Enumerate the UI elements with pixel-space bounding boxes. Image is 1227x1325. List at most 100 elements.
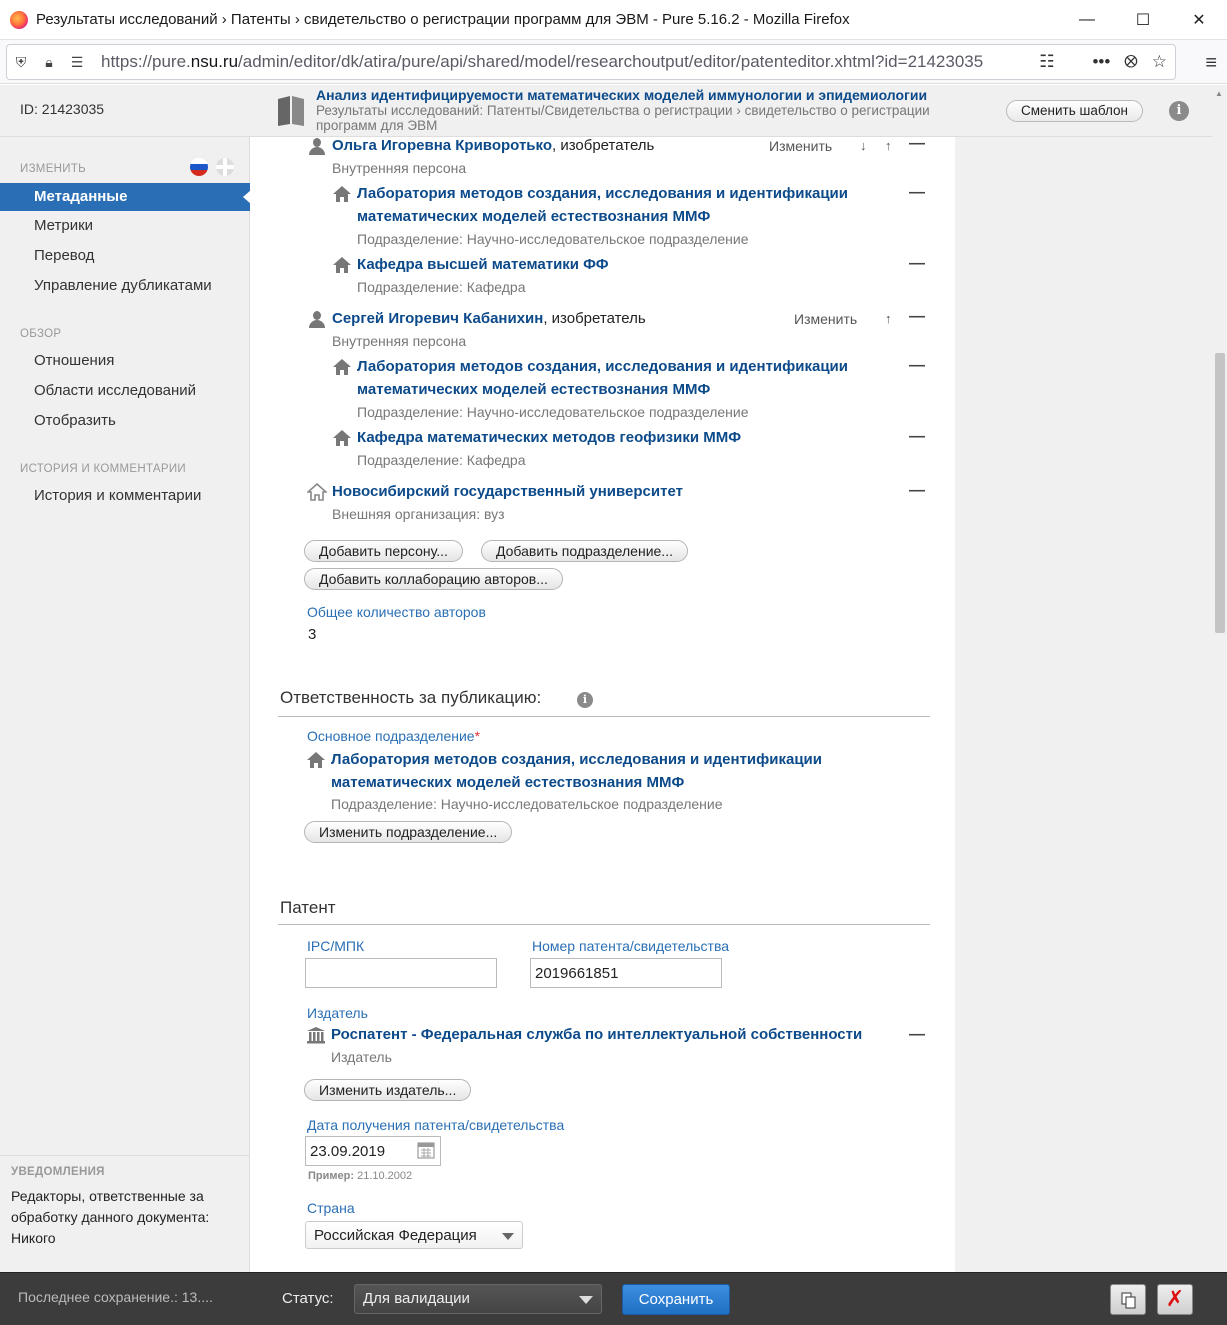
- change-organisation-button[interactable]: Изменить подразделение...: [304, 821, 513, 843]
- edit-author-link[interactable]: Изменить: [794, 311, 857, 327]
- main-org-name[interactable]: Лаборатория методов создания, исследован…: [331, 748, 871, 794]
- address-bar[interactable]: ⛨ 🔒︎ ☰ https://pure.nsu.ru/admin/editor/…: [6, 44, 1176, 80]
- external-org-name[interactable]: Новосибирский государственный университе…: [332, 480, 683, 503]
- remove-icon[interactable]: —: [909, 137, 925, 153]
- author-type: Внутренняя персона: [332, 333, 467, 349]
- org-type: Подразделение: Кафедра: [357, 452, 526, 468]
- reader-view-icon[interactable]: ☷: [1039, 52, 1054, 72]
- move-up-icon[interactable]: ↑: [885, 311, 892, 326]
- change-template-button[interactable]: Сменить шаблон: [1006, 100, 1143, 122]
- editor-footer: Последнее сохранение.: 13.... Статус: Дл…: [0, 1272, 1227, 1325]
- help-icon[interactable]: i: [577, 692, 593, 708]
- house-icon: [333, 359, 351, 375]
- total-authors-label: Общее количество авторов: [307, 604, 486, 620]
- calendar-icon[interactable]: [416, 1140, 436, 1160]
- publisher-type: Издатель: [331, 1049, 392, 1065]
- remove-icon[interactable]: —: [909, 1026, 925, 1044]
- sidebar-item-relations[interactable]: Отношения: [34, 352, 114, 369]
- main-org-label-row: Основное подразделение*: [307, 728, 480, 744]
- house-icon: [333, 430, 351, 446]
- close-window-button[interactable]: ✕: [1171, 0, 1227, 40]
- bookmark-star-icon[interactable]: ☆: [1152, 52, 1167, 72]
- content-id: ID: 21423035: [20, 101, 105, 117]
- shield-icon[interactable]: ⛨: [7, 54, 35, 71]
- country-select[interactable]: Российская Федерация: [305, 1221, 523, 1249]
- sidebar-item-duplicates[interactable]: Управление дубликатами: [34, 277, 212, 294]
- book-icon: [278, 96, 304, 126]
- status-select[interactable]: Для валидации: [354, 1284, 602, 1314]
- move-up-icon[interactable]: ↑: [885, 138, 892, 153]
- copy-button[interactable]: [1110, 1284, 1146, 1315]
- author-row: Сергей Игоревич Кабанихин, изобретатель: [332, 310, 646, 327]
- org-name[interactable]: Кафедра математических методов геофизики…: [357, 426, 741, 449]
- browser-toolbar: ⛨ 🔒︎ ☰ https://pure.nsu.ru/admin/editor/…: [0, 40, 1227, 84]
- org-type: Подразделение: Научно-исследовательское …: [357, 231, 749, 247]
- house-icon: [307, 752, 325, 768]
- org-name[interactable]: Лаборатория методов создания, исследован…: [357, 182, 897, 228]
- building-icon: [307, 1027, 325, 1044]
- remove-icon[interactable]: —: [909, 255, 925, 273]
- window-title: Результаты исследований › Патенты › свид…: [36, 11, 850, 28]
- save-button[interactable]: Сохранить: [622, 1284, 730, 1315]
- document-breadcrumb: Результаты исследований: Патенты/Свидете…: [316, 103, 930, 133]
- notifications-panel: УВЕДОМЛЕНИЯ Редакторы, ответственные за …: [0, 1155, 250, 1259]
- page-scrollbar[interactable]: ▲: [1212, 85, 1227, 1272]
- house-icon: [333, 186, 351, 202]
- scroll-up-icon[interactable]: ▲: [1215, 89, 1223, 98]
- author-row: Ольга Игоревна Криворотько, изобретатель: [332, 137, 654, 154]
- more-actions-icon[interactable]: •••: [1092, 52, 1110, 72]
- remove-icon[interactable]: —: [909, 482, 925, 500]
- pocket-icon[interactable]: ⭙: [1124, 52, 1137, 72]
- window-titlebar: Результаты исследований › Патенты › свид…: [0, 0, 1227, 40]
- remove-icon[interactable]: —: [909, 308, 925, 326]
- author-name[interactable]: Ольга Игоревна Криворотько: [332, 137, 552, 154]
- sidebar-item-metrics[interactable]: Метрики: [34, 217, 93, 234]
- responsibility-section-title: Ответственность за публикацию:: [280, 688, 542, 707]
- permissions-icon[interactable]: ☰: [63, 54, 91, 71]
- sidebar-item-metadata[interactable]: Метаданные: [0, 183, 251, 211]
- author-name[interactable]: Сергей Игоревич Кабанихин: [332, 310, 543, 327]
- org-name[interactable]: Лаборатория методов создания, исследован…: [357, 355, 897, 401]
- total-authors-value: 3: [308, 626, 317, 643]
- sidebar-item-history[interactable]: История и комментарии: [34, 487, 201, 504]
- editor-header: ID: 21423035 Анализ идентифицируемости м…: [0, 85, 1212, 137]
- main-org-type: Подразделение: Научно-исследовательское …: [331, 796, 723, 812]
- sidebar-item-display[interactable]: Отобразить: [34, 412, 116, 429]
- sidebar-item-research-areas[interactable]: Области исследований: [34, 382, 196, 399]
- sidebar-item-translation[interactable]: Перевод: [34, 247, 94, 264]
- remove-icon[interactable]: —: [909, 184, 925, 202]
- ipc-input[interactable]: [305, 958, 497, 988]
- url-text[interactable]: https://pure.nsu.ru/admin/editor/dk/atir…: [101, 52, 1011, 72]
- remove-icon[interactable]: —: [909, 428, 925, 446]
- patent-number-input[interactable]: [530, 958, 722, 988]
- external-org-icon: [307, 483, 327, 501]
- notifications-text: Редакторы, ответственные за обработку да…: [11, 1188, 210, 1246]
- org-name[interactable]: Кафедра высшей математики ФФ: [357, 253, 609, 276]
- close-editor-button[interactable]: ✗: [1157, 1284, 1193, 1315]
- maximize-button[interactable]: ☐: [1115, 0, 1171, 40]
- change-publisher-button[interactable]: Изменить издатель...: [304, 1079, 472, 1101]
- sidebar-heading-history: ИСТОРИЯ И КОММЕНТАРИИ: [20, 463, 187, 475]
- external-org-type: Внешняя организация: вуз: [332, 506, 505, 522]
- info-icon[interactable]: i: [1169, 101, 1189, 121]
- hamburger-menu-icon[interactable]: ≡: [1205, 52, 1217, 75]
- russian-flag-icon[interactable]: [190, 158, 208, 176]
- person-icon: [308, 138, 326, 156]
- add-organisation-button[interactable]: Добавить подразделение...: [481, 540, 688, 562]
- move-down-icon[interactable]: ↓: [860, 138, 867, 153]
- scrollbar-thumb[interactable]: [1215, 353, 1225, 633]
- remove-icon[interactable]: —: [909, 357, 925, 375]
- org-type: Подразделение: Кафедра: [357, 279, 526, 295]
- add-author-collaboration-button[interactable]: Добавить коллаборацию авторов...: [304, 568, 563, 590]
- lock-icon[interactable]: 🔒︎: [35, 54, 63, 71]
- minimize-button[interactable]: —: [1059, 0, 1115, 40]
- english-flag-icon[interactable]: [216, 158, 234, 176]
- edit-author-link[interactable]: Изменить: [769, 138, 832, 154]
- document-title[interactable]: Анализ идентифицируемости математических…: [316, 87, 956, 103]
- add-person-button[interactable]: Добавить персону...: [304, 540, 463, 562]
- section-divider: [278, 716, 930, 717]
- chevron-down-icon: [579, 1296, 593, 1304]
- publisher-label: Издатель: [307, 1005, 368, 1021]
- required-mark: *: [474, 728, 481, 744]
- publisher-name[interactable]: Роспатент - Федеральная служба по интелл…: [331, 1023, 862, 1046]
